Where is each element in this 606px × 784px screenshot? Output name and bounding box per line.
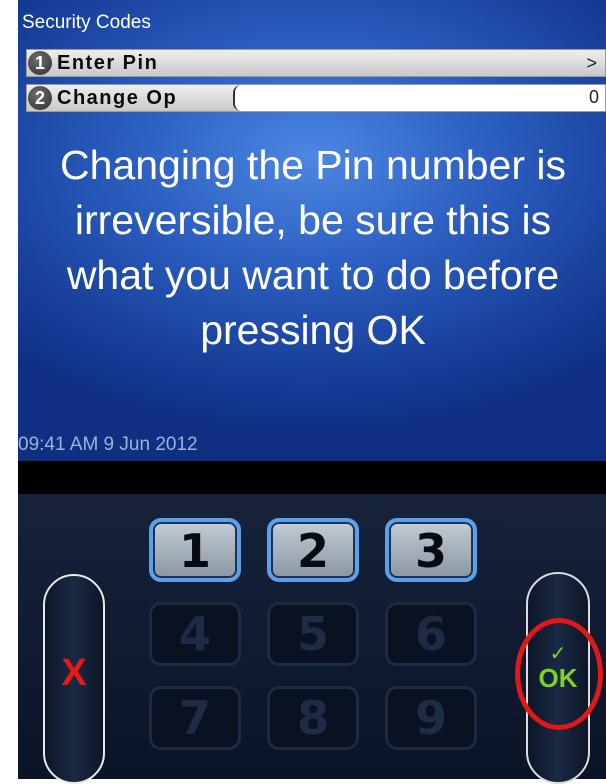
pin-input[interactable]: 0: [233, 85, 605, 111]
menu-item-enter-pin[interactable]: 1 Enter Pin >: [26, 49, 606, 77]
menu-item-label: Change Op: [57, 87, 178, 109]
keypad-key-1[interactable]: 1: [149, 518, 241, 582]
keypad-key-4[interactable]: 4: [149, 602, 241, 666]
chevron-right-icon: >: [586, 53, 597, 73]
keypad-area: X 1 2 3 4 5 6 7 8 9 ✓ OK: [18, 461, 606, 784]
keypad-key-3[interactable]: 3: [385, 518, 477, 582]
close-icon: X: [61, 652, 87, 694]
status-timestamp: 09:41 AM 9 Jun 2012: [18, 434, 198, 455]
pin-input-value: 0: [588, 87, 599, 107]
menu-number-badge: 1: [28, 51, 52, 75]
keypad-key-8[interactable]: 8: [267, 686, 359, 750]
keypad-key-7[interactable]: 7: [149, 686, 241, 750]
menu-item-change-op[interactable]: 2 Change Op 0: [26, 84, 606, 112]
menu-item-label: Enter Pin: [57, 52, 159, 74]
keypad-key-6[interactable]: 6: [385, 602, 477, 666]
cancel-button[interactable]: X: [43, 574, 105, 784]
keypad-key-5[interactable]: 5: [267, 602, 359, 666]
screen-title: Security Codes: [22, 12, 151, 33]
keypad-panel: X 1 2 3 4 5 6 7 8 9 ✓ OK: [18, 494, 606, 784]
keypad-key-9[interactable]: 9: [385, 686, 477, 750]
highlight-circle-annotation: [515, 618, 603, 730]
device-screen: Security Codes 1 Enter Pin > 2 Change Op…: [18, 0, 606, 461]
menu-number-badge: 2: [28, 86, 52, 110]
keypad-key-2[interactable]: 2: [267, 518, 359, 582]
warning-message: Changing the Pin number is irreversible,…: [60, 142, 566, 353]
